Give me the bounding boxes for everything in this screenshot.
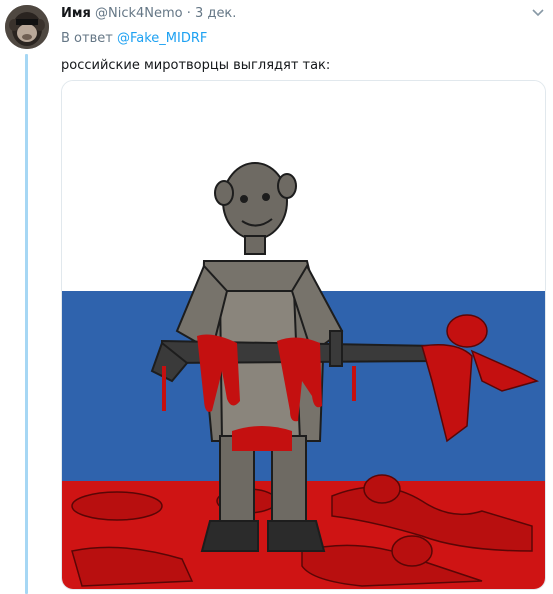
header-separator: ·	[186, 6, 191, 21]
author-handle[interactable]: @Nick4Nemo	[95, 6, 183, 21]
tweet-date[interactable]: 3 дек.	[195, 6, 236, 21]
tweet-media-image[interactable]	[61, 80, 546, 590]
cartoon-illustration	[62, 81, 545, 589]
author-name[interactable]: Имя	[61, 6, 91, 21]
avatar[interactable]	[5, 5, 49, 49]
reply-to-link[interactable]: @Fake_MIDRF	[117, 31, 207, 46]
monkey-avatar-icon	[5, 5, 49, 49]
tweet-header: Имя @Nick4Nemo · 3 дек.	[61, 6, 236, 21]
reply-context: В ответ @Fake_MIDRF	[61, 31, 207, 46]
flag-white-stripe	[62, 81, 545, 291]
reply-prefix: В ответ	[61, 31, 113, 46]
chevron-down-icon	[532, 9, 544, 17]
more-options-button[interactable]	[529, 4, 547, 22]
tweet-text: российские миротворцы выглядят так:	[61, 58, 331, 73]
thread-line	[25, 54, 28, 594]
